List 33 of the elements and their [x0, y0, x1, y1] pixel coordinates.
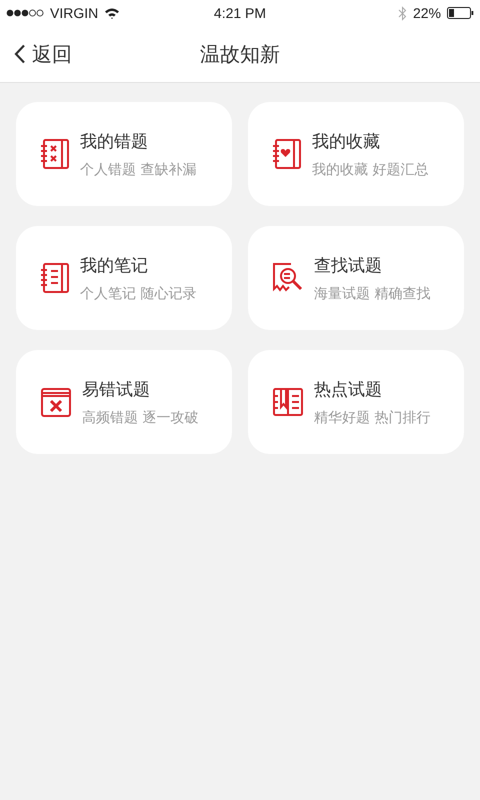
card-title: 热点试题: [314, 378, 383, 400]
card-subtitle: 高频错题 逐一攻破: [82, 408, 198, 426]
book-cross-icon: [40, 386, 72, 418]
card-title: 我的收藏: [312, 130, 381, 152]
card-title: 我的错题: [80, 130, 149, 152]
notebook-icon: [40, 138, 70, 170]
notebook-icon: [40, 262, 70, 294]
card-subtitle: 海量试题 精确查找: [314, 284, 430, 302]
card-title: 我的笔记: [80, 254, 149, 276]
battery-percent: 22%: [412, 5, 441, 21]
carrier-name: VIRGIN: [50, 5, 98, 21]
card-subtitle: 我的收藏 好题汇总: [312, 160, 428, 178]
book-icon: [272, 387, 304, 417]
menu-card[interactable]: 我的收藏 我的收藏 好题汇总: [248, 102, 464, 206]
menu-card[interactable]: 易错试题 高频错题 逐一攻破: [16, 350, 232, 454]
wifi-icon: [104, 7, 120, 19]
card-title: 查找试题: [314, 254, 383, 276]
bluetooth-icon: [398, 6, 407, 20]
back-button[interactable]: 返回: [0, 40, 72, 68]
card-title: 易错试题: [82, 378, 151, 400]
card-subtitle: 个人笔记 随心记录: [80, 284, 196, 302]
page-title: 温故知新: [200, 40, 280, 68]
menu-card[interactable]: 我的笔记 个人笔记 随心记录: [16, 226, 232, 330]
signal-icon: [6, 9, 44, 17]
card-subtitle: 个人错题 查缺补漏: [80, 160, 196, 178]
menu-card[interactable]: 查找试题 海量试题 精确查找: [248, 226, 464, 330]
menu-card[interactable]: 我的错题 个人错题 查缺补漏: [16, 102, 232, 206]
status-time: 4:21 PM: [214, 5, 266, 21]
chevron-left-icon: [14, 44, 26, 64]
card-subtitle: 精华好题 热门排行: [314, 408, 430, 426]
menu-card[interactable]: 热点试题 精华好题 热门排行: [248, 350, 464, 454]
document-search-icon: [272, 262, 304, 294]
battery-icon: [447, 7, 474, 19]
